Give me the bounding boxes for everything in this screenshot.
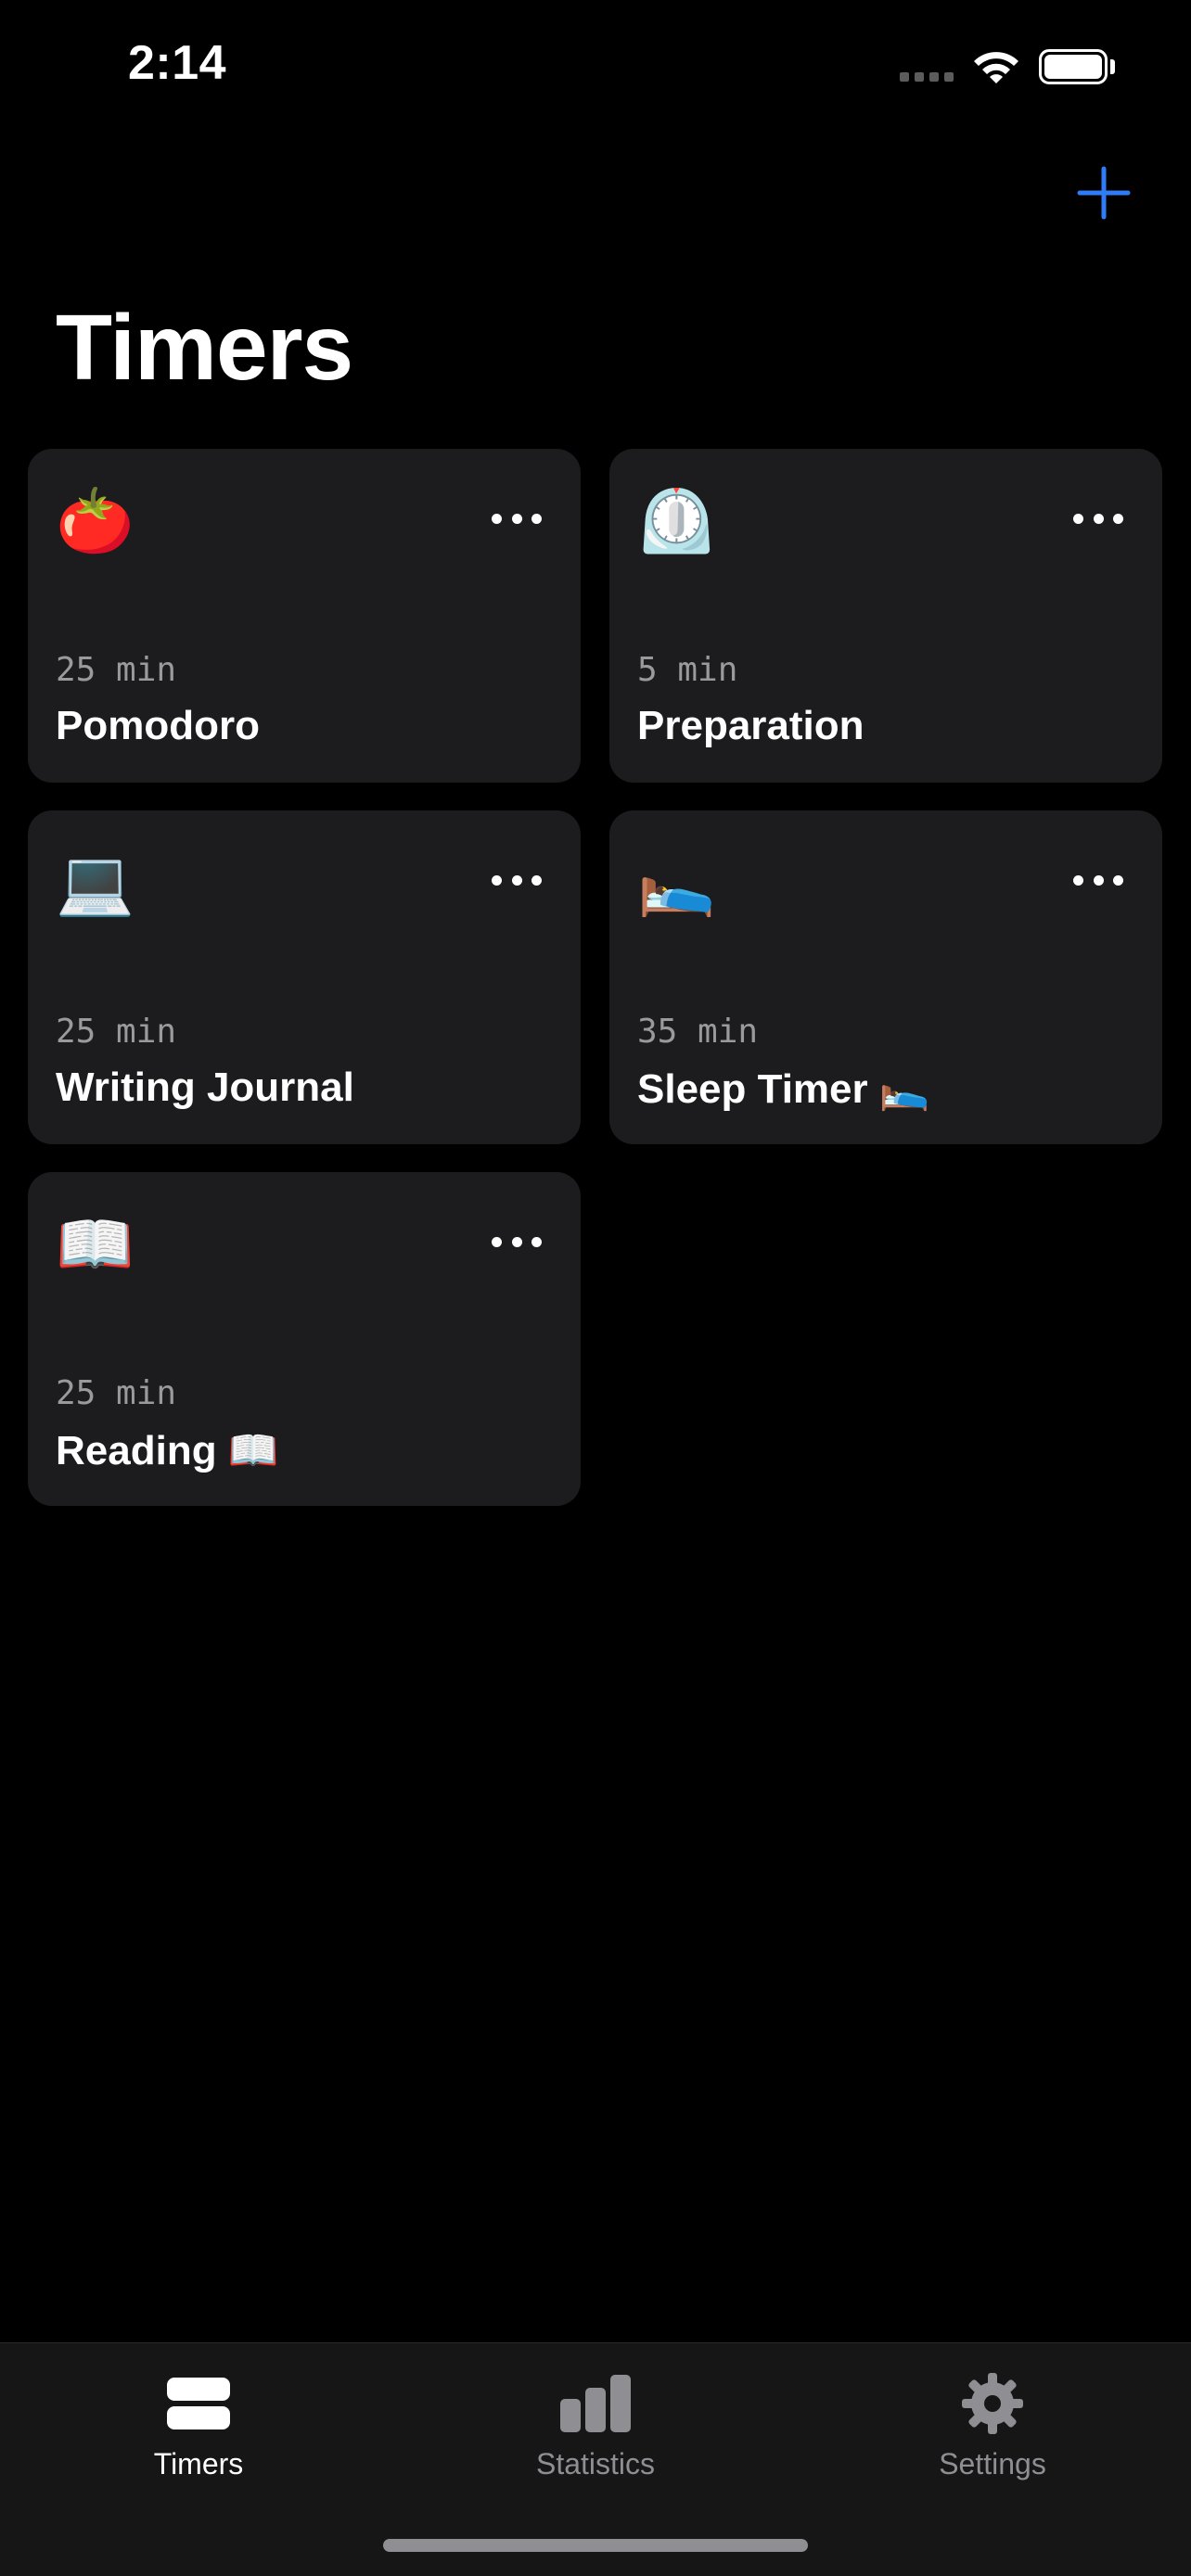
bed-icon: 🛌 <box>637 848 716 918</box>
laptop-icon: 💻 <box>56 848 134 918</box>
timer-title: Sleep Timer 🛌 <box>637 1066 930 1112</box>
wifi-icon <box>974 52 1018 83</box>
timer-title: Preparation <box>637 703 864 748</box>
timer-card-preparation[interactable]: ⏲️ 5 min Preparation <box>609 449 1162 783</box>
tab-label: Statistics <box>535 2447 656 2480</box>
more-options-button[interactable] <box>492 1235 542 1248</box>
status-time: 2:14 <box>128 36 227 90</box>
timers-screen: 2:14 Timers 🍅 25 min Pomodoro ⏲️ 5 min P… <box>0 0 1191 2576</box>
timers-icon <box>161 2371 236 2436</box>
tomato-icon: 🍅 <box>56 486 134 556</box>
more-options-button[interactable] <box>492 512 542 525</box>
timer-duration: 5 min <box>637 651 738 689</box>
timer-title: Pomodoro <box>56 703 260 748</box>
timer-duration: 25 min <box>56 651 177 689</box>
tab-settings[interactable]: Settings <box>794 2343 1191 2501</box>
timer-duration: 25 min <box>56 1374 177 1412</box>
timer-clock-icon: ⏲️ <box>637 486 716 556</box>
tab-label: Settings <box>939 2447 1046 2480</box>
timer-card-writing-journal[interactable]: 💻 25 min Writing Journal <box>28 810 581 1144</box>
more-options-button[interactable] <box>1073 874 1123 886</box>
timer-card-pomodoro[interactable]: 🍅 25 min Pomodoro <box>28 449 581 783</box>
timer-title: Reading 📖 <box>56 1428 279 1473</box>
timer-title: Writing Journal <box>56 1065 354 1110</box>
timer-card-sleep-timer[interactable]: 🛌 35 min Sleep Timer 🛌 <box>609 810 1162 1144</box>
battery-cap <box>1110 59 1115 74</box>
tab-statistics[interactable]: Statistics <box>397 2343 794 2501</box>
page-title: Timers <box>56 296 353 400</box>
cellular-signal-icon <box>900 72 954 82</box>
gear-icon <box>955 2371 1030 2436</box>
more-options-button[interactable] <box>492 874 542 886</box>
add-timer-button[interactable] <box>1076 165 1132 221</box>
tab-timers[interactable]: Timers <box>0 2343 397 2501</box>
home-indicator[interactable] <box>383 2539 808 2552</box>
chart-bar-icon <box>558 2371 633 2436</box>
battery-icon <box>1039 49 1108 84</box>
timer-card-reading[interactable]: 📖 25 min Reading 📖 <box>28 1172 581 1506</box>
timer-duration: 35 min <box>637 1013 759 1051</box>
timer-duration: 25 min <box>56 1013 177 1051</box>
status-bar: 2:14 <box>0 0 1191 139</box>
book-icon: 📖 <box>56 1209 134 1280</box>
more-options-button[interactable] <box>1073 512 1123 525</box>
tab-label: Timers <box>153 2447 244 2480</box>
